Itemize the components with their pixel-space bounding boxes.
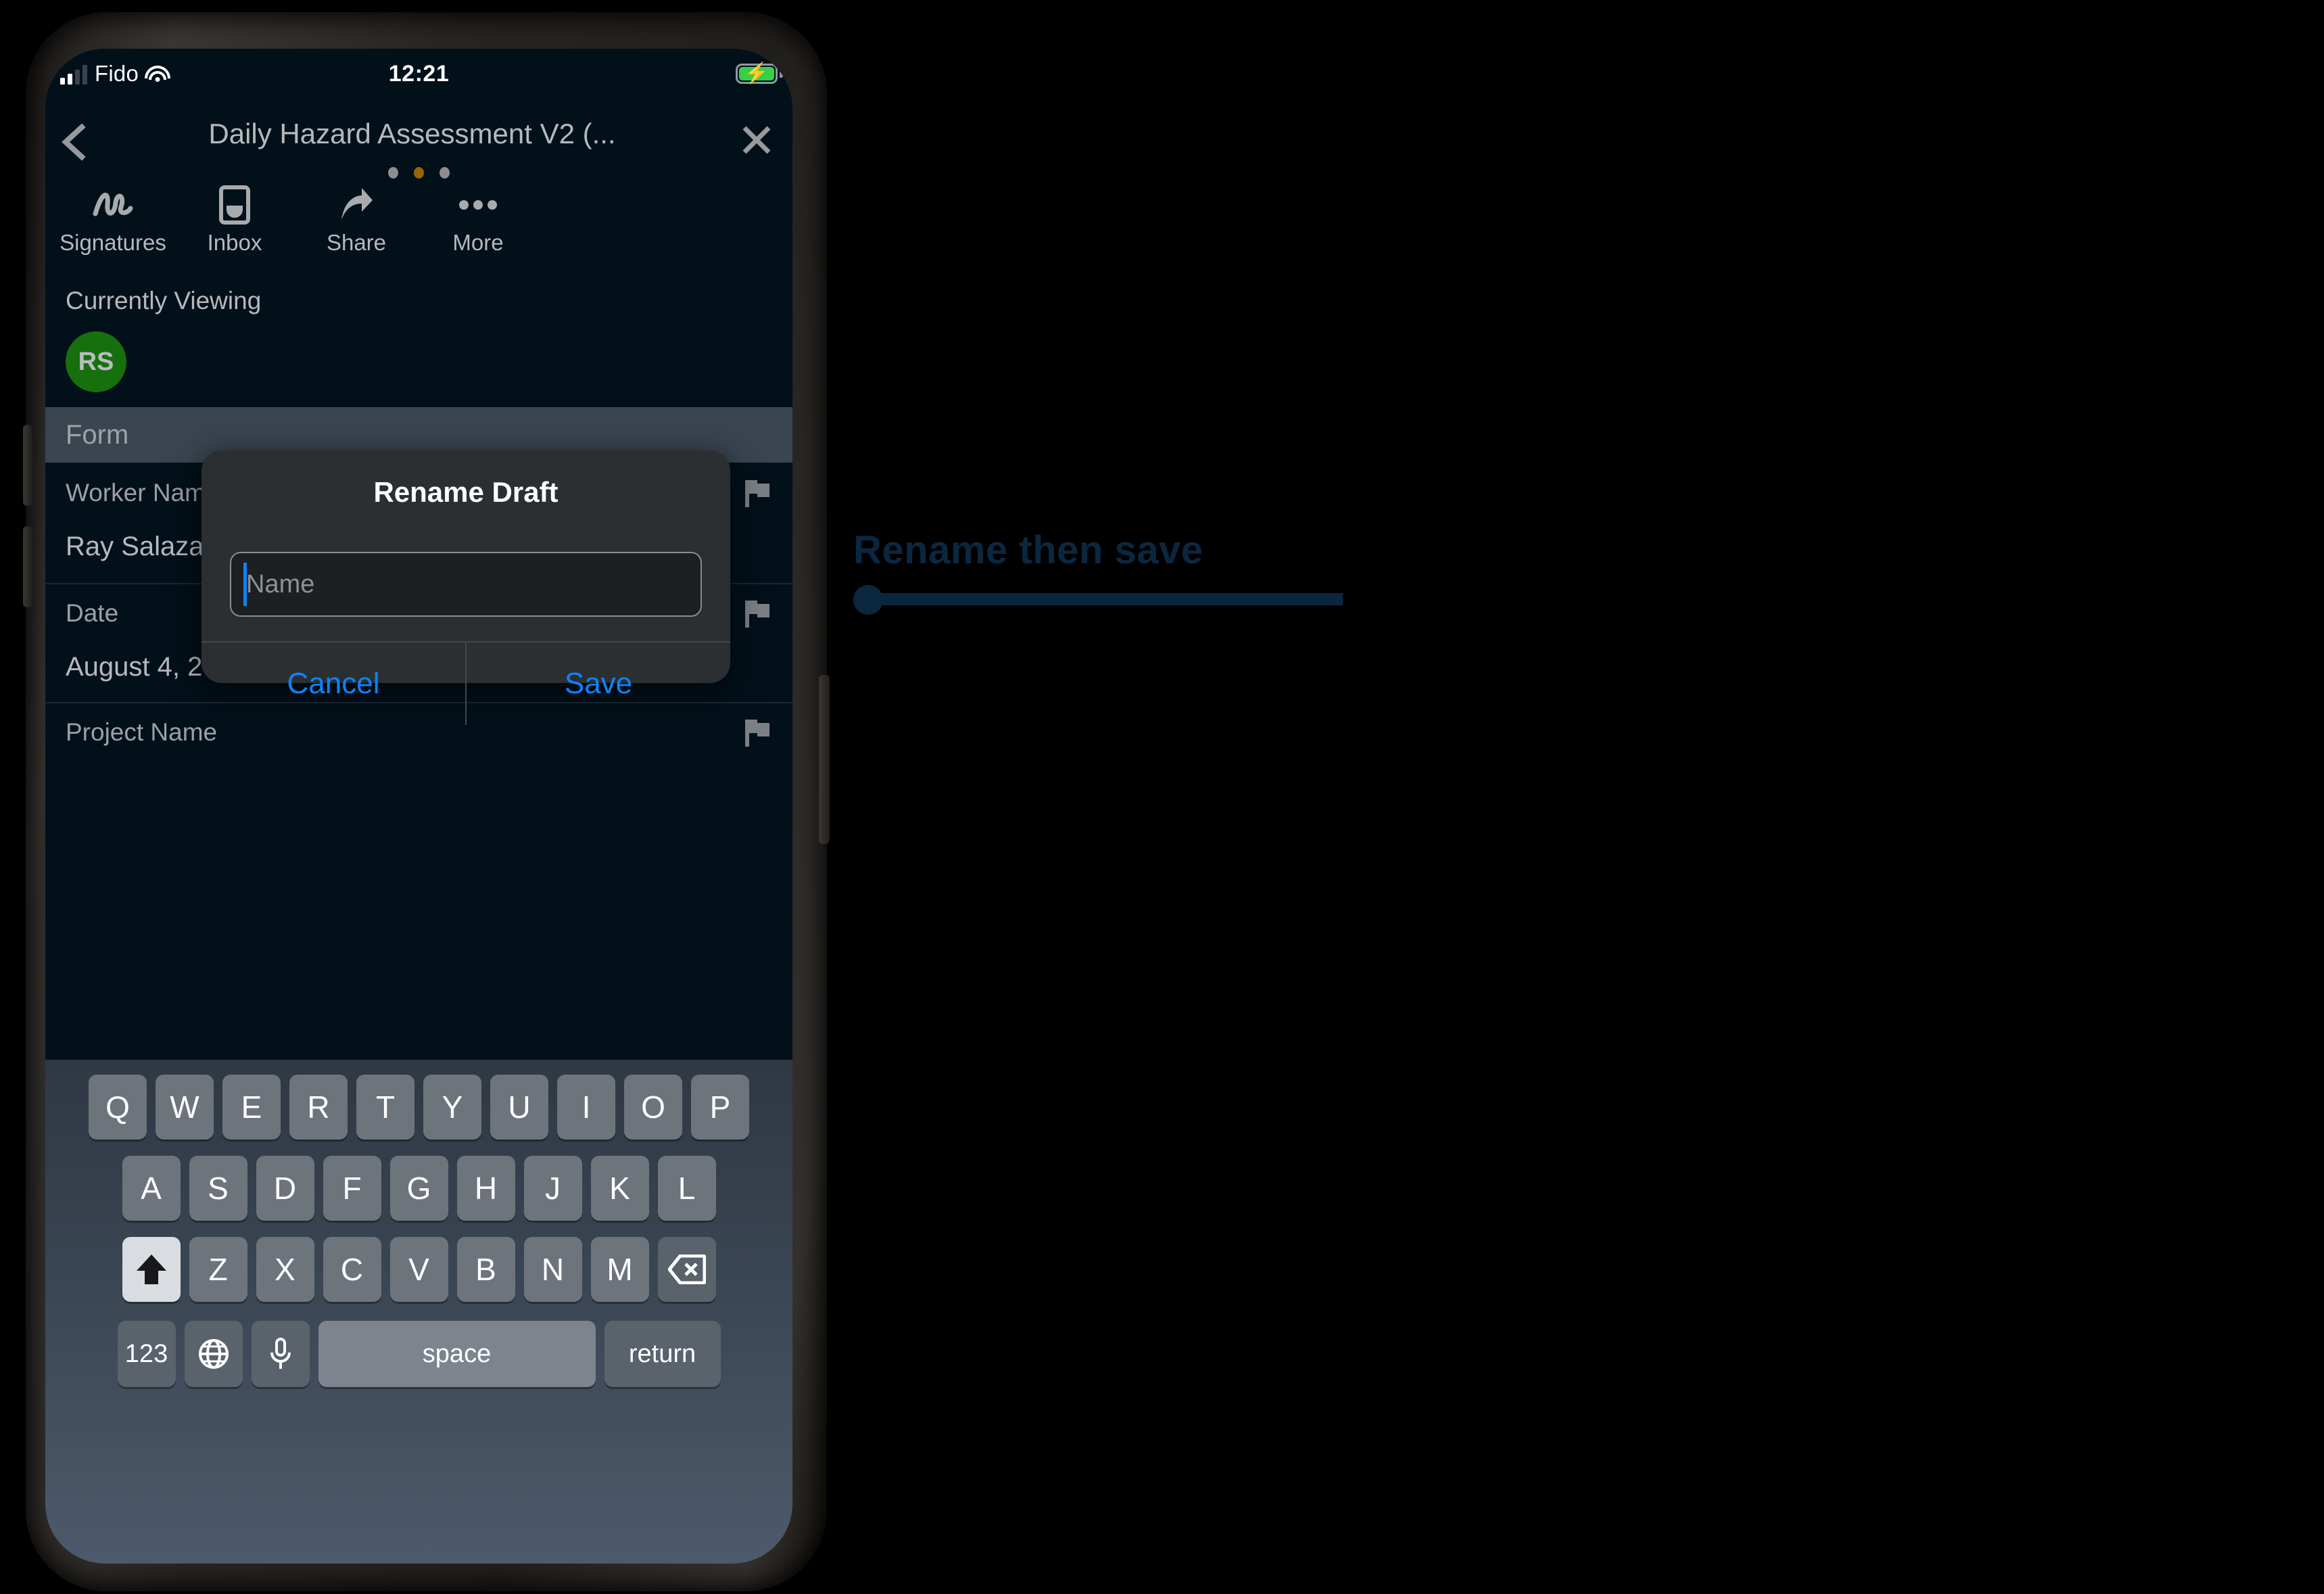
key-f[interactable]: F <box>323 1156 381 1221</box>
save-button[interactable]: Save <box>467 642 730 725</box>
toolbar-item-share[interactable]: Share <box>295 184 417 272</box>
key-o[interactable]: O <box>624 1075 682 1140</box>
status-bar: Fido 12:21 ⚡ <box>45 49 792 104</box>
toolbar-label-inbox: Inbox <box>207 230 262 255</box>
annotation-bar <box>870 593 1343 605</box>
phone-screen: Fido 12:21 ⚡ Daily Hazard Assessment V2 … <box>45 49 792 1564</box>
microphone-icon[interactable] <box>251 1321 310 1387</box>
key-t[interactable]: T <box>356 1075 414 1140</box>
key-r[interactable]: R <box>289 1075 348 1140</box>
key-y[interactable]: Y <box>423 1075 481 1140</box>
keyboard-row-1: QWERTYUIOP <box>45 1060 792 1140</box>
keyboard-row-3: ZXCVBNM <box>45 1221 792 1302</box>
toolbar-label-signatures: Signatures <box>60 230 166 255</box>
nav-header: Daily Hazard Assessment V2 (... <box>45 104 792 184</box>
flag-icon[interactable] <box>745 718 769 747</box>
flag-icon[interactable] <box>745 479 769 507</box>
signature-squiggle-icon <box>91 184 135 226</box>
key-x[interactable]: X <box>256 1237 314 1302</box>
field-value: Ray Salazar <box>66 532 213 561</box>
dialog-title: Rename Draft <box>373 476 559 508</box>
page-dot[interactable] <box>440 167 450 179</box>
cancel-button[interactable]: Cancel <box>201 642 467 725</box>
key-u[interactable]: U <box>490 1075 548 1140</box>
key-b[interactable]: B <box>456 1237 515 1302</box>
shift-icon[interactable] <box>122 1237 181 1302</box>
chevron-left-icon[interactable] <box>60 123 87 161</box>
power-button[interactable] <box>819 675 830 844</box>
key-g[interactable]: G <box>389 1156 448 1221</box>
name-input[interactable] <box>230 552 702 617</box>
key-l[interactable]: L <box>657 1156 716 1221</box>
field-label: Project Name <box>66 718 218 746</box>
dialog-actions: Cancel Save <box>201 641 730 725</box>
on-screen-keyboard: QWERTYUIOP ASDFGHJKL ZXCVBNM 123 space r… <box>45 1060 792 1564</box>
volume-down-button[interactable] <box>23 526 32 607</box>
page-title: Daily Hazard Assessment V2 (... <box>208 118 616 149</box>
rename-draft-dialog: Rename Draft Cancel Save <box>201 450 730 725</box>
text-caret <box>243 563 247 606</box>
phone-frame: Fido 12:21 ⚡ Daily Hazard Assessment V2 … <box>23 12 830 1591</box>
close-x-icon[interactable] <box>741 124 772 156</box>
key-a[interactable]: A <box>122 1156 181 1221</box>
flag-icon[interactable] <box>745 599 769 628</box>
annotation-callout: Rename then save <box>853 528 1343 615</box>
numbers-key[interactable]: 123 <box>117 1321 176 1387</box>
page-dots <box>45 167 792 179</box>
currently-viewing-heading: Currently Viewing <box>66 287 262 314</box>
toolbar-label-share: Share <box>326 230 387 255</box>
key-m[interactable]: M <box>590 1237 649 1302</box>
key-v[interactable]: V <box>389 1237 448 1302</box>
key-p[interactable]: P <box>691 1075 749 1140</box>
annotation-pointer <box>853 584 1343 615</box>
key-h[interactable]: H <box>456 1156 515 1221</box>
key-n[interactable]: N <box>523 1237 582 1302</box>
space-key[interactable]: space <box>318 1321 596 1387</box>
globe-icon[interactable] <box>184 1321 243 1387</box>
key-s[interactable]: S <box>189 1156 247 1221</box>
battery-cap <box>780 70 783 78</box>
toolbar-item-inbox[interactable]: Inbox <box>174 184 295 272</box>
return-key[interactable]: return <box>604 1321 721 1387</box>
annotation-text: Rename then save <box>853 528 1204 572</box>
share-arrow-icon <box>337 184 375 226</box>
avatar[interactable]: RS <box>66 331 126 392</box>
key-d[interactable]: D <box>256 1156 314 1221</box>
toolbar-item-more[interactable]: More <box>417 184 539 272</box>
action-toolbar: Signatures Inbox Share More <box>45 184 792 272</box>
form-section-label: Form <box>66 419 129 450</box>
key-k[interactable]: K <box>590 1156 649 1221</box>
toolbar-label-more: More <box>452 230 504 255</box>
toolbar-item-signatures[interactable]: Signatures <box>52 184 174 272</box>
inbox-tray-icon <box>218 184 251 226</box>
volume-up-button[interactable] <box>23 425 32 506</box>
backspace-icon[interactable] <box>657 1237 716 1302</box>
key-z[interactable]: Z <box>189 1237 247 1302</box>
page-dot[interactable] <box>388 167 398 179</box>
keyboard-row-2: ASDFGHJKL <box>45 1140 792 1221</box>
key-q[interactable]: Q <box>89 1075 147 1140</box>
ellipsis-icon <box>458 184 498 226</box>
status-clock: 12:21 <box>388 61 450 87</box>
field-label: Worker Name <box>66 479 220 507</box>
key-c[interactable]: C <box>323 1237 381 1302</box>
key-j[interactable]: J <box>523 1156 582 1221</box>
charging-bolt-icon: ⚡ <box>744 62 769 85</box>
page-dot-active[interactable] <box>414 167 424 179</box>
keyboard-row-4: 123 space return <box>45 1302 792 1387</box>
key-e[interactable]: E <box>222 1075 281 1140</box>
field-label: Date <box>66 599 119 627</box>
key-i[interactable]: I <box>557 1075 615 1140</box>
key-w[interactable]: W <box>156 1075 214 1140</box>
